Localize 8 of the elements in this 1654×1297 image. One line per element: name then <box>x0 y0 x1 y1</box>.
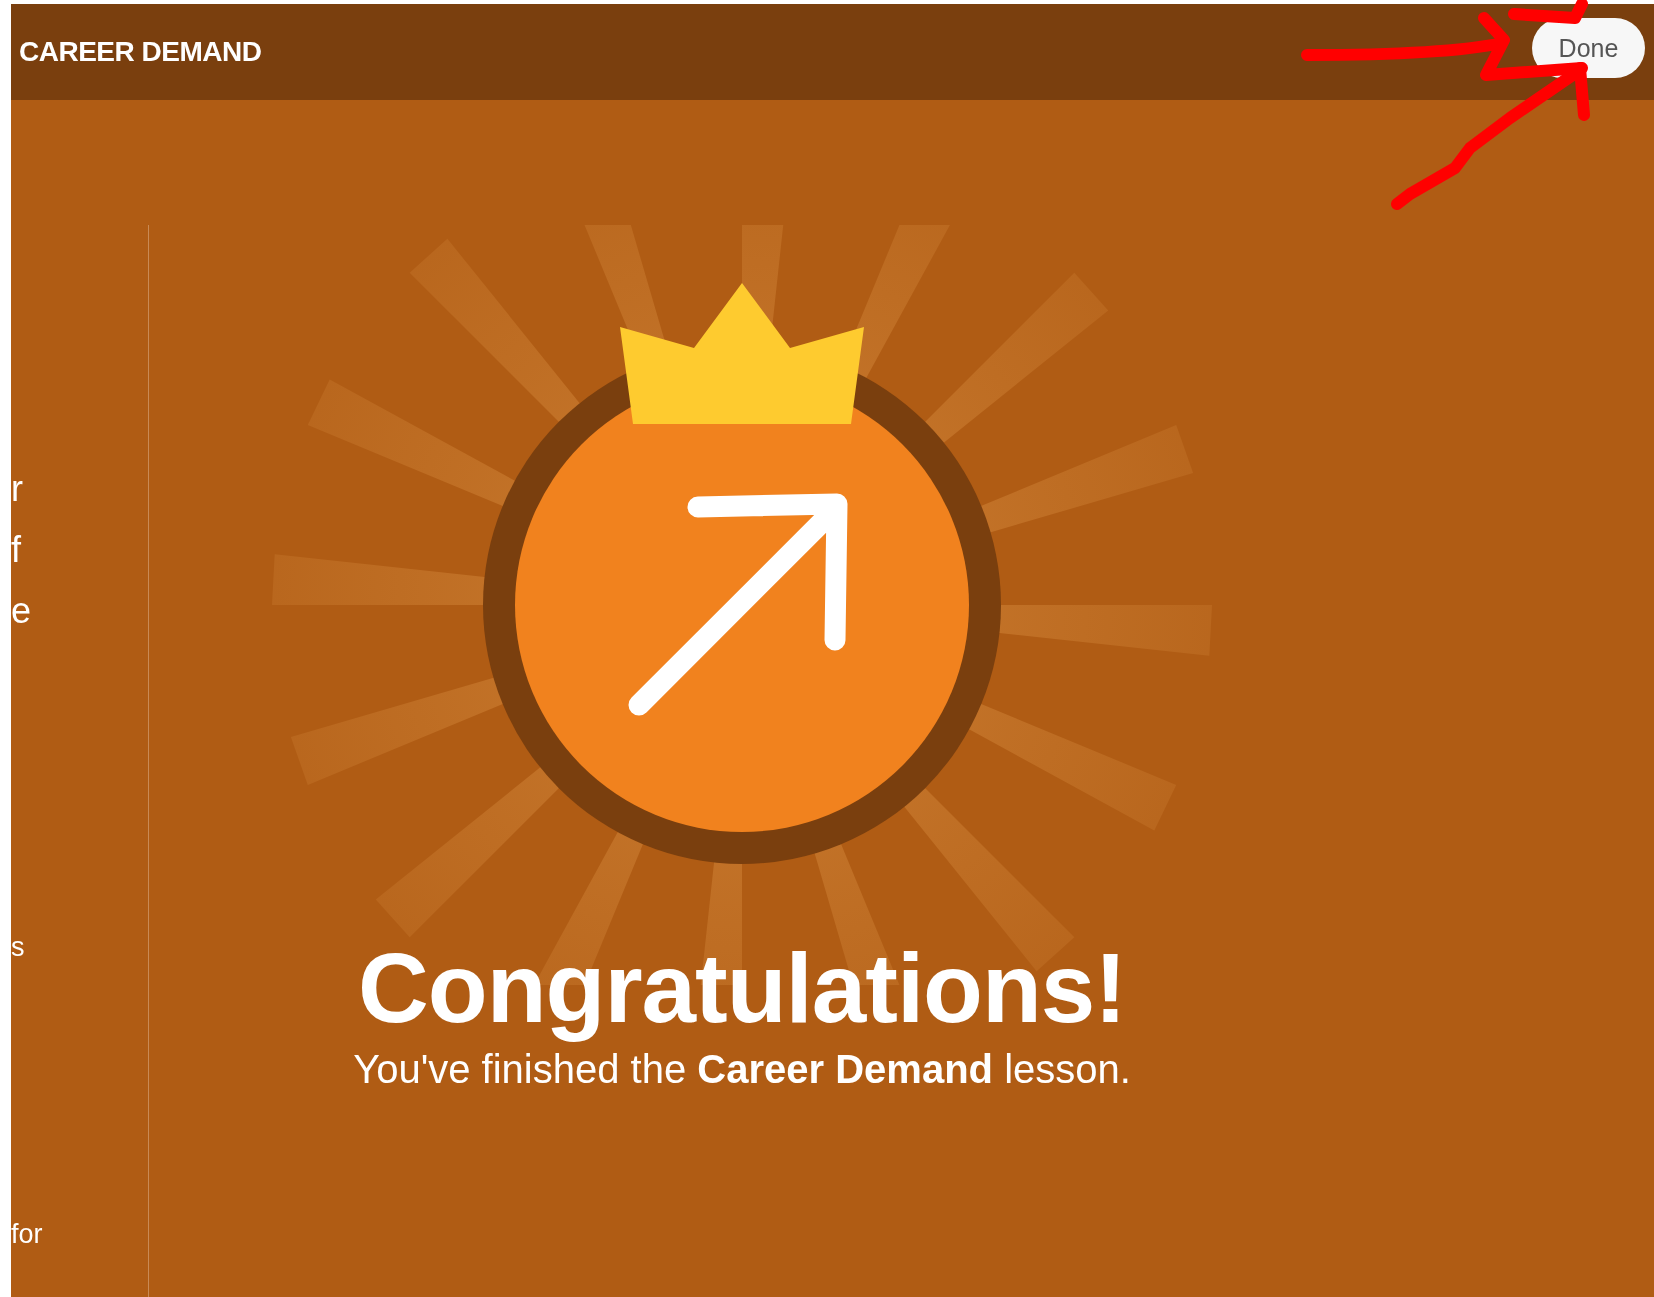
cut-off-text: f <box>11 532 22 568</box>
cut-off-text: e <box>11 593 33 629</box>
cut-off-text: r <box>11 471 24 507</box>
lesson-title: CAREER DEMAND <box>19 36 262 68</box>
congratulations-heading: Congratulations! <box>358 935 1126 1043</box>
cut-off-text: for <box>11 1221 44 1248</box>
cut-off-text: s <box>11 934 26 961</box>
completion-message: You've finished the Career Demand lesson. <box>353 1046 1131 1092</box>
